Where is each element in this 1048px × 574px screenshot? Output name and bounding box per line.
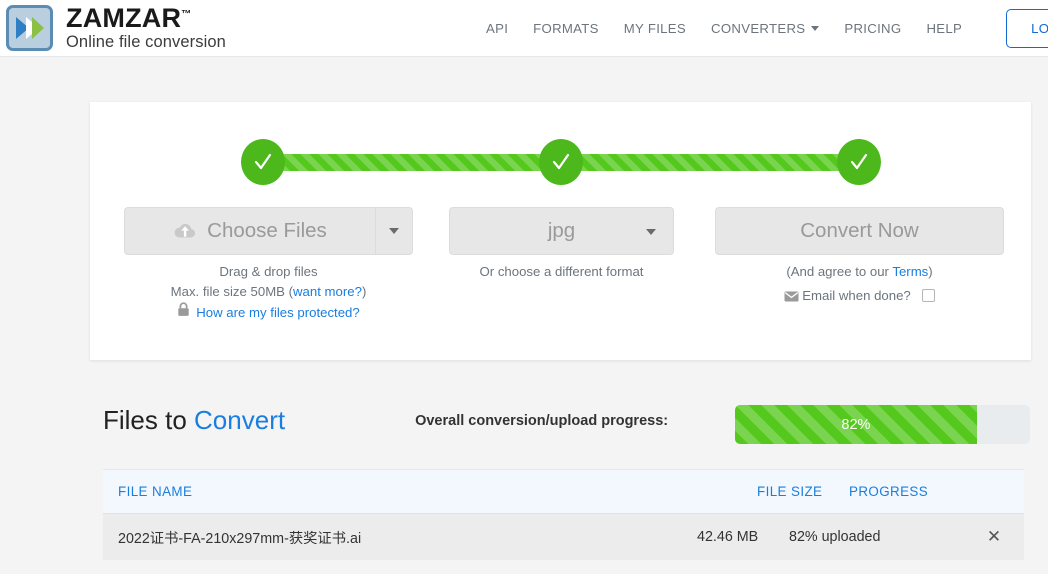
step-2-complete <box>539 139 583 185</box>
convert-now-label: Convert Now <box>800 219 919 242</box>
max-size-suffix: ) <box>361 284 367 299</box>
nav-item-label: PRICING <box>844 21 902 36</box>
step-2-group: jpg Or choose a different format <box>449 207 674 279</box>
nav-item-label: API <box>486 21 509 36</box>
step-1-complete <box>241 139 285 185</box>
nav-item-formats[interactable]: FORMATS <box>533 21 599 36</box>
main-navigation: API FORMATS MY FILES CONVERTERS PRICING … <box>486 0 1048 57</box>
logo-subtitle: Online file conversion <box>66 33 226 52</box>
convert-now-button[interactable]: Convert Now <box>715 207 1004 255</box>
max-size-hint: Max. file size 50MB (want more?) <box>124 282 413 302</box>
overall-progress-value: 82% <box>841 416 871 433</box>
nav-item-help[interactable]: HELP <box>926 21 962 36</box>
choose-files-label: Choose Files <box>207 219 327 242</box>
nav-item-label: CONVERTERS <box>711 21 806 36</box>
target-format-select[interactable]: jpg <box>449 207 674 255</box>
envelope-icon <box>784 290 803 305</box>
want-more-link[interactable]: want more? <box>293 284 362 299</box>
email-when-done-label: Email when done? <box>802 288 911 303</box>
overall-progress-label: Overall conversion/upload progress: <box>415 412 669 429</box>
step-3-complete <box>837 139 881 185</box>
chevron-down-icon <box>646 229 656 235</box>
step-3-group: Convert Now (And agree to our Terms) Ema… <box>715 207 1004 303</box>
column-header-progress: PROGRESS <box>849 484 929 499</box>
conversion-wizard-card: Choose Files Drag & drop files Max. file… <box>90 102 1031 360</box>
target-format-value: jpg <box>547 219 576 242</box>
max-size-prefix: Max. file size 50MB ( <box>170 284 294 299</box>
step-connector-1 <box>282 153 542 171</box>
chevron-down-icon <box>389 228 399 234</box>
nav-item-api[interactable]: API <box>486 21 508 36</box>
files-title-accent: Convert <box>194 405 286 435</box>
step-connector-2 <box>580 153 840 171</box>
choose-files-dropdown-toggle[interactable] <box>375 207 413 255</box>
format-hint: Or choose a different format <box>479 264 644 279</box>
files-title-plain: Files to <box>103 405 195 435</box>
email-when-done-row: Email when done? <box>715 286 1004 308</box>
cloud-upload-icon <box>173 222 197 240</box>
login-button[interactable]: LOG IN <box>1006 9 1048 48</box>
nav-item-pricing[interactable]: PRICING <box>844 21 901 36</box>
double-chevron-logo-icon <box>6 5 53 51</box>
terms-link[interactable]: Terms <box>892 264 928 279</box>
table-row: 2022证书-FA-210x297mm-获奖证书.ai 42.46 MB 82%… <box>103 513 1024 560</box>
files-table-header: FILE NAME FILE SIZE PROGRESS <box>103 469 1024 513</box>
page-title: Files to Convert <box>103 405 285 436</box>
terms-row: (And agree to our Terms) <box>715 262 1004 282</box>
wizard-step-indicator <box>241 134 881 190</box>
cell-file-size: 42.46 MB <box>697 529 759 545</box>
logo[interactable]: ZAMZAR™ Online file conversion <box>6 5 226 51</box>
lock-icon <box>177 302 190 323</box>
nav-item-my-files[interactable]: MY FILES <box>624 21 686 36</box>
choose-files-split-button[interactable]: Choose Files <box>124 207 413 255</box>
check-icon <box>254 153 272 170</box>
files-protected-link[interactable]: How are my files protected? <box>196 303 359 323</box>
files-table: FILE NAME FILE SIZE PROGRESS 2022证书-FA-2… <box>103 469 1024 560</box>
cell-progress: 82% uploaded <box>789 529 881 545</box>
nav-item-converters[interactable]: CONVERTERS <box>711 21 820 36</box>
step-1-hints: Drag & drop files Max. file size 50MB (w… <box>124 262 413 323</box>
logo-trademark: ™ <box>181 9 192 21</box>
logo-title: ZAMZAR <box>66 3 182 34</box>
remove-file-button[interactable]: ✕ <box>964 527 1024 547</box>
overall-progress-bar: 82% <box>735 405 1030 444</box>
drag-drop-hint: Drag & drop files <box>219 264 318 279</box>
files-protected-row: How are my files protected? <box>124 302 413 323</box>
check-icon <box>552 153 570 170</box>
cell-file-name: 2022证书-FA-210x297mm-获奖证书.ai <box>118 530 362 547</box>
nav-item-label: FORMATS <box>533 21 599 36</box>
terms-suffix: ) <box>928 264 933 279</box>
chevron-down-icon <box>811 26 820 31</box>
nav-item-label: MY FILES <box>623 21 687 36</box>
terms-prefix: (And agree to our <box>786 264 893 279</box>
wizard-controls: Choose Files Drag & drop files Max. file… <box>90 207 1031 320</box>
check-icon <box>850 153 868 170</box>
column-header-file-size: FILE SIZE <box>757 484 823 499</box>
overall-progress-fill: 82% <box>735 405 977 444</box>
column-header-file-name: FILE NAME <box>118 484 193 499</box>
choose-files-button[interactable]: Choose Files <box>124 207 375 255</box>
nav-item-label: HELP <box>926 21 963 36</box>
step-3-hints: (And agree to our Terms) Email when done… <box>715 262 1004 308</box>
step-1-group: Choose Files Drag & drop files Max. file… <box>124 207 413 320</box>
site-header: ZAMZAR™ Online file conversion API FORMA… <box>0 0 1048 57</box>
email-when-done-checkbox[interactable] <box>922 289 936 302</box>
